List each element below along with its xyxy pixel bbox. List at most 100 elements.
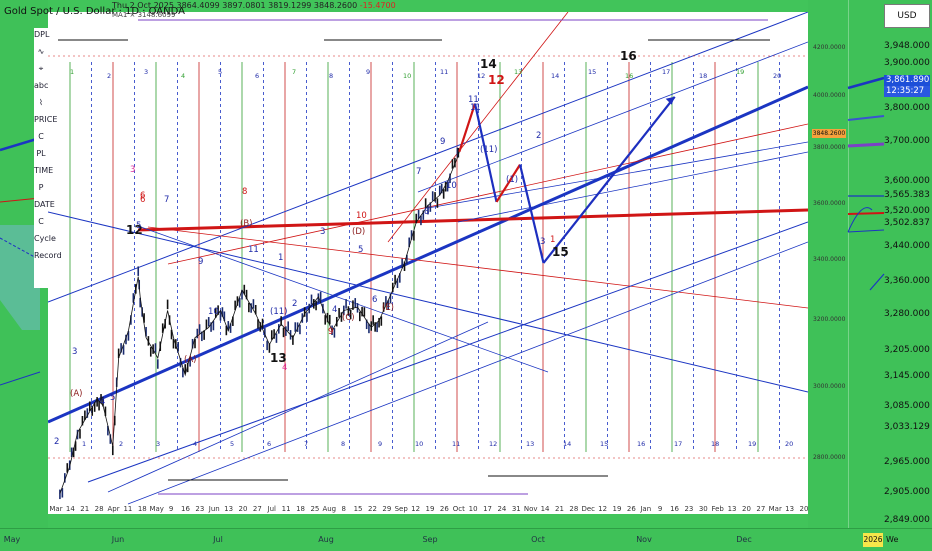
cycle-number: 6 <box>255 72 259 80</box>
wave-label: 10 <box>446 181 457 191</box>
wave-label: 2 <box>54 437 59 447</box>
inner-time-label: 30 <box>698 505 708 513</box>
toolbar-item-0[interactable]: DPL <box>34 28 49 42</box>
price-bar <box>372 315 374 325</box>
price-bar <box>420 215 422 226</box>
price-bar <box>285 326 287 336</box>
toolbar-item-11[interactable]: C <box>34 215 48 229</box>
inner-time-label: 9 <box>168 505 174 513</box>
wave-label: (C) <box>342 313 355 323</box>
time-axis[interactable]: May Jun Jul Aug Sep Oct Nov Dec <box>0 528 932 551</box>
cycle-number: 10 <box>403 72 411 80</box>
toolbar-item-8[interactable]: TIME <box>34 164 53 178</box>
toolbar-item-12[interactable]: Cycle <box>34 232 56 246</box>
price-bar <box>333 328 336 338</box>
toolbar-item-6[interactable]: C <box>34 130 48 144</box>
main-chart[interactable]: 2 (A) 3 4 5 12 7 (A) 6 9 10 (B) 11 1 2 (11) 3 4 (D) 5 (C) 6 (E… <box>48 12 808 514</box>
toolbar-item-5[interactable]: PRICE <box>34 113 57 127</box>
inner-time-label: 18 <box>137 505 147 513</box>
price-bar <box>111 445 114 456</box>
price-bar <box>324 315 327 325</box>
wave-label: (11) <box>270 307 287 317</box>
inner-time-label: 26 <box>439 505 449 513</box>
price-label: 2,849.000 <box>884 515 930 525</box>
inner-price-label: 4200.0000 <box>813 44 846 51</box>
channel-line-7 <box>417 41 808 193</box>
cycle-number: 11 <box>440 68 448 76</box>
toolbar-item-9[interactable]: P <box>34 181 48 195</box>
wave-label: 10 <box>356 211 367 221</box>
price-bar <box>436 198 439 208</box>
price-bar <box>270 330 273 340</box>
wave-label: 9 <box>198 257 203 267</box>
inner-time-label: 20 <box>238 505 248 513</box>
wave-label: 9 <box>328 327 333 337</box>
wave-label: 2 <box>536 131 541 141</box>
inner-time-label: 13 <box>224 505 234 513</box>
price-bar <box>207 317 210 327</box>
toolbar-item-13[interactable]: Record <box>34 249 62 263</box>
drawing-toolbar: DPL ∿ ⌖ abc ⌇ PRICE C PL TIME P DATE C Cycle Record <box>34 28 62 288</box>
price-bar <box>79 429 81 439</box>
inner-time-label: 21 <box>80 505 90 513</box>
toolbar-item-2[interactable]: ⌖ <box>34 62 48 76</box>
cycle-number: 8 <box>329 72 333 80</box>
ohlc-readout: Thu 2 Oct 2025 3864.4099 3897.0801 3819.… <box>112 1 396 10</box>
inner-time-label: 15 <box>353 505 363 513</box>
cycle-number-bottom: 1 <box>82 440 86 448</box>
inner-time-label: Jul <box>267 505 276 513</box>
cycle-number-bottom: 7 <box>304 440 308 448</box>
wave-label: 11 <box>248 245 259 255</box>
toolbar-item-1[interactable]: ∿ <box>34 45 48 59</box>
price-bar <box>376 322 378 333</box>
price-bar <box>310 294 313 305</box>
cycle-number: 3 <box>144 68 148 76</box>
toolbar-item-3[interactable]: abc <box>34 79 48 93</box>
toolbar-item-7[interactable]: PL <box>34 147 48 161</box>
cycle-number: 13 <box>514 68 522 76</box>
price-bar <box>205 319 208 330</box>
price-bar <box>363 307 366 317</box>
toolbar-item-4[interactable]: ⌇ <box>34 96 48 110</box>
wave-label: 5 <box>136 221 141 231</box>
price-label: 2,905.000 <box>884 487 930 497</box>
wave-label: 6 <box>140 195 145 205</box>
price-bar <box>149 347 152 357</box>
inner-time-label: 10 <box>468 505 478 513</box>
channel-line-red-3 <box>387 12 569 243</box>
currency-button[interactable]: USD <box>884 4 930 28</box>
main-trendline <box>48 85 808 424</box>
inner-time-label: Jan <box>640 505 652 513</box>
price-label: 3,600.000 <box>884 176 930 186</box>
price-label: 3,800.000 <box>884 103 930 113</box>
cycle-number-bottom: 13 <box>526 440 534 448</box>
projection-series <box>458 96 676 264</box>
wave-label: (E) <box>382 303 394 313</box>
cycle-number: 5 <box>218 68 222 76</box>
time-label: Sep <box>422 535 438 544</box>
toolbar-item-10[interactable]: DATE <box>34 198 55 212</box>
time-label: Aug <box>318 535 334 544</box>
cycle-number-bottom: 11 <box>452 440 460 448</box>
time-label: Jun <box>111 535 125 544</box>
chart-svg[interactable]: 2(A)34 5127(A)6910(B)1112(11)34(D)5(C)6(E… <box>48 12 808 514</box>
cycle-number-bottom: 18 <box>711 440 719 448</box>
wave-label: 12 <box>488 73 505 87</box>
ohlc-high: 3897.0801 <box>222 1 266 10</box>
cycle-number: 1 <box>70 68 74 76</box>
inner-price-label: 3800.0000 <box>813 144 846 151</box>
wave-label: 1 <box>550 235 555 245</box>
inner-time-label: Sep <box>394 505 408 513</box>
cycle-number: 20 <box>773 72 781 80</box>
price-bar <box>345 299 347 309</box>
countdown-tag: 12:35:27 <box>884 86 930 97</box>
inner-time-label: 20 <box>799 505 809 513</box>
inner-time-label: Apr <box>107 505 120 513</box>
wave-label: 8 <box>424 207 429 217</box>
inner-time-label: 16 <box>180 505 190 513</box>
price-label: 3,565.383 <box>884 190 930 200</box>
inner-time-label: 13 <box>785 505 795 513</box>
time-label: Jul <box>213 535 223 544</box>
inner-time-label: 19 <box>425 505 435 513</box>
inner-time-label: 9 <box>657 505 663 513</box>
